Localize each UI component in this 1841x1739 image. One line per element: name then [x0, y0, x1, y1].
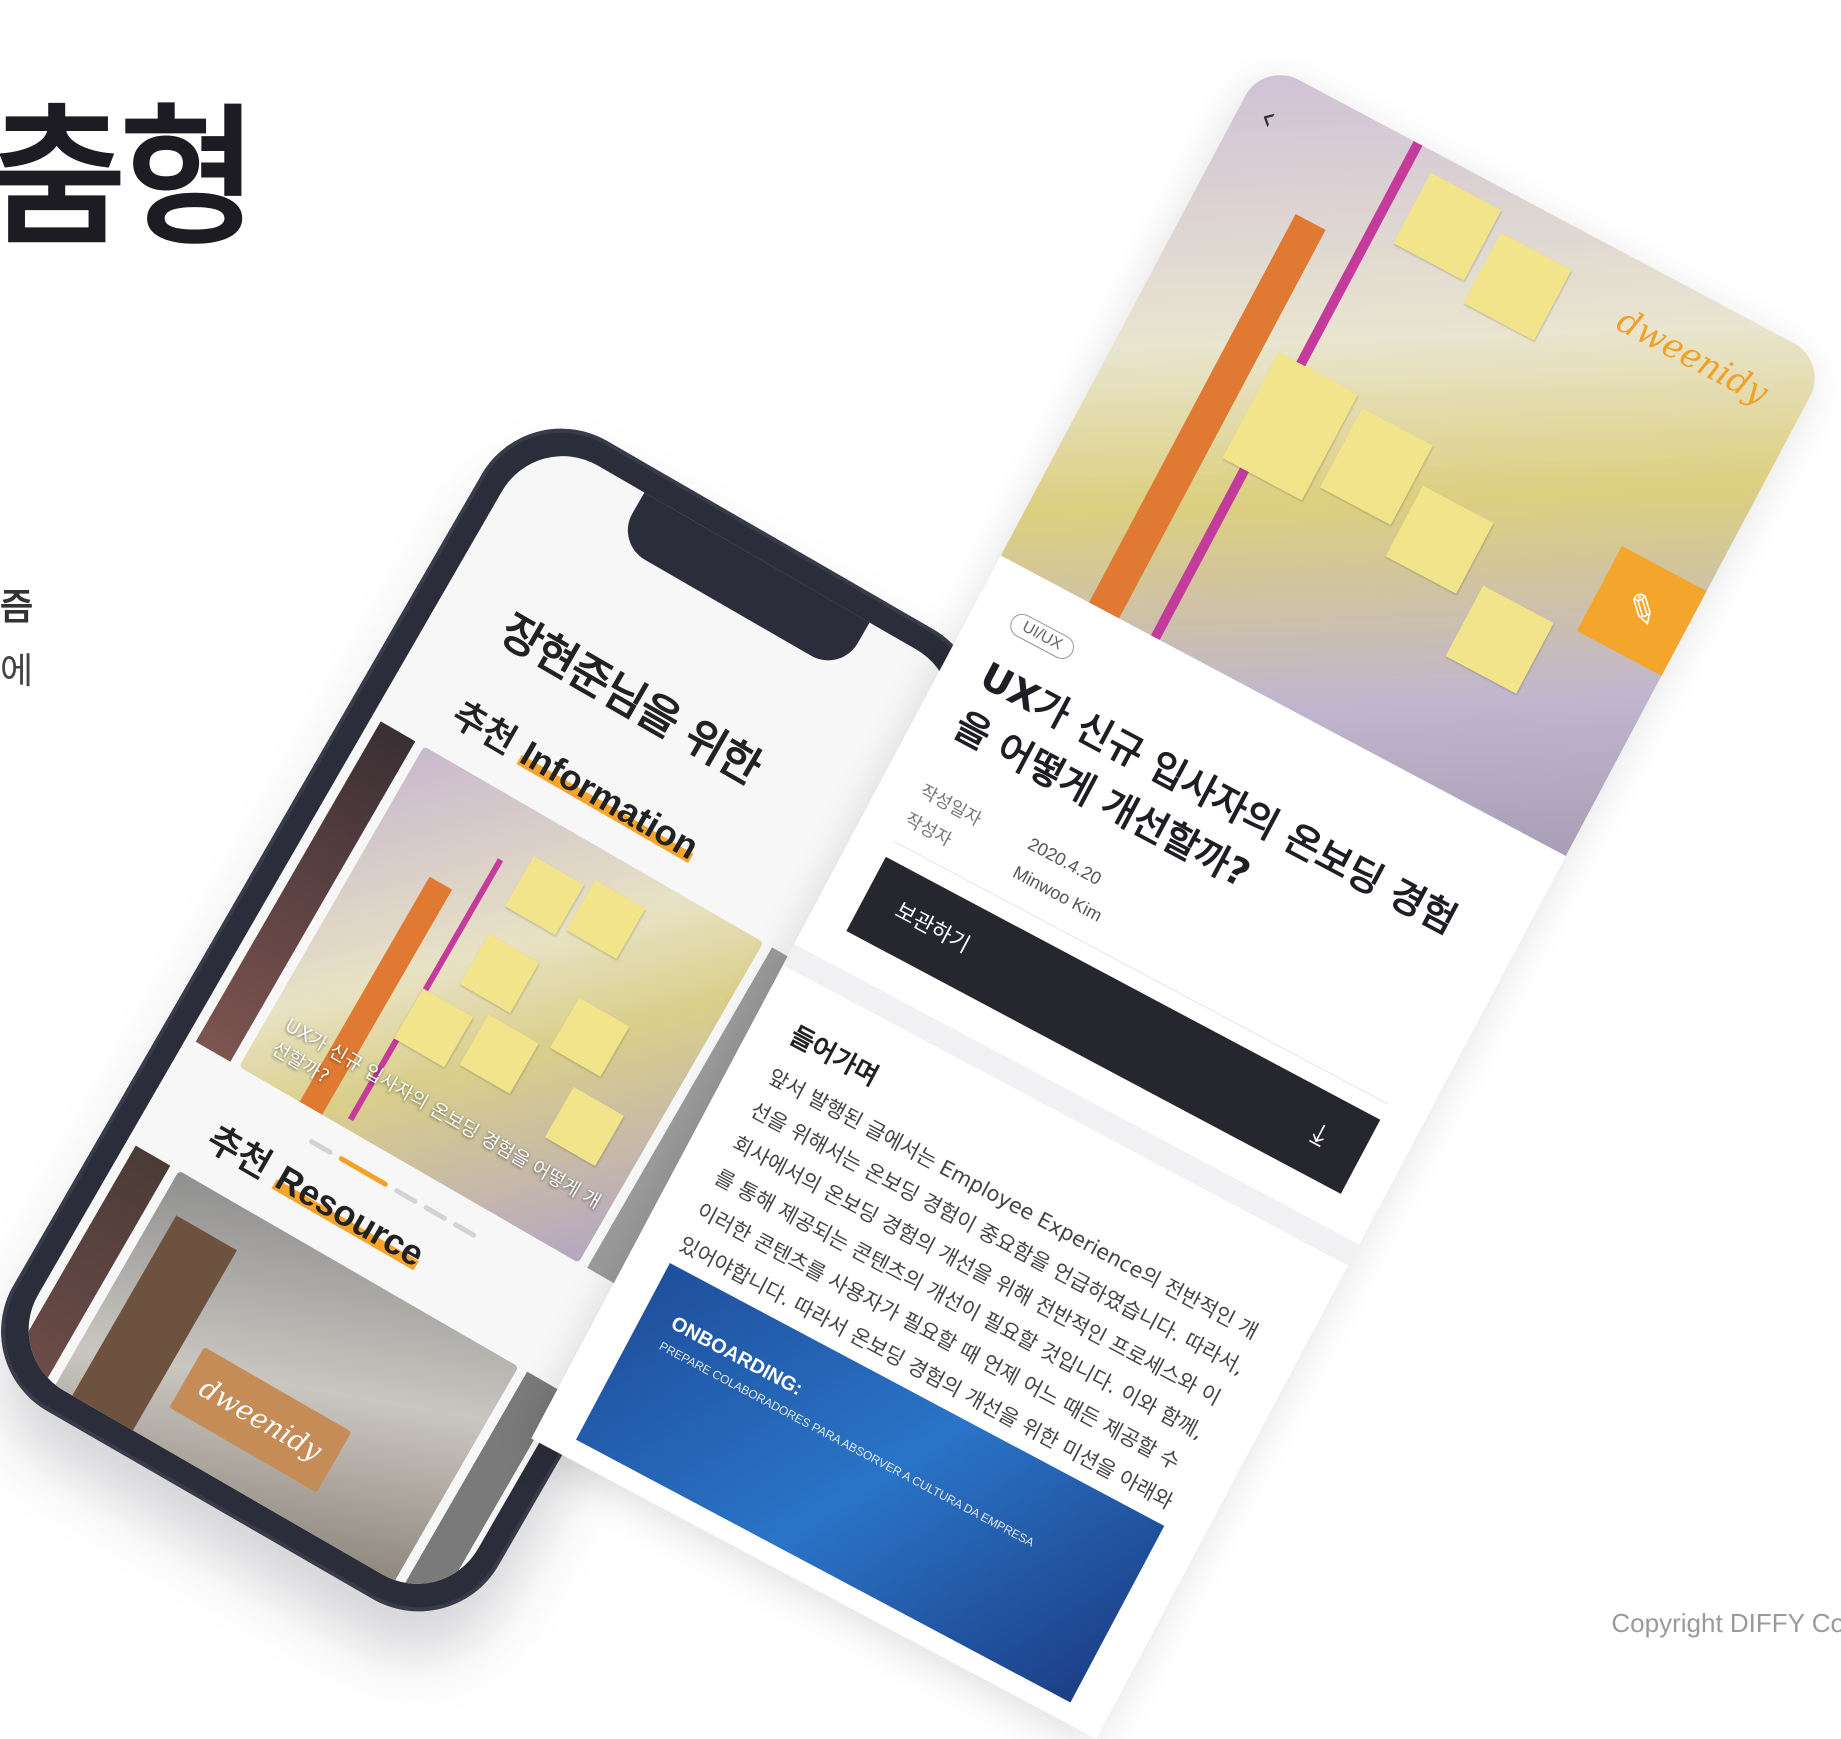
sticky-note — [1445, 585, 1554, 694]
carousel-dot[interactable] — [308, 1138, 334, 1156]
category-tag[interactable]: UI/UX — [1006, 609, 1078, 664]
sticky-note — [544, 1086, 625, 1167]
carousel-dot[interactable] — [452, 1221, 478, 1239]
description-line: 즘 — [0, 587, 34, 628]
sticky-note — [550, 997, 630, 1077]
page-heading: 춤형 — [0, 92, 258, 266]
sticky-note — [393, 988, 474, 1068]
carousel-dot[interactable] — [393, 1187, 419, 1205]
brand-logo[interactable]: dweenidy — [1610, 301, 1774, 414]
sticky-note — [459, 933, 540, 1014]
description-line: 에 — [0, 651, 34, 692]
download-icon: ⤓ — [1305, 1115, 1334, 1154]
carousel-dot-active[interactable] — [92, 1579, 144, 1610]
carousel-dot[interactable] — [422, 1204, 448, 1222]
sticky-note — [459, 1014, 539, 1094]
section-prefix: 추천 — [200, 1118, 279, 1188]
save-button-label: 보관하기 — [890, 898, 974, 959]
logo-sign: dweenidy — [169, 1346, 352, 1493]
bookmark-plus-icon[interactable]: ✎ — [1576, 546, 1707, 676]
chevron-left-icon[interactable]: ‹ — [1253, 97, 1284, 139]
section-prefix: 추천 — [445, 694, 524, 763]
carousel-dot[interactable] — [63, 1562, 89, 1580]
copyright-text: Copyright DIFFY Co — [1611, 1608, 1841, 1638]
